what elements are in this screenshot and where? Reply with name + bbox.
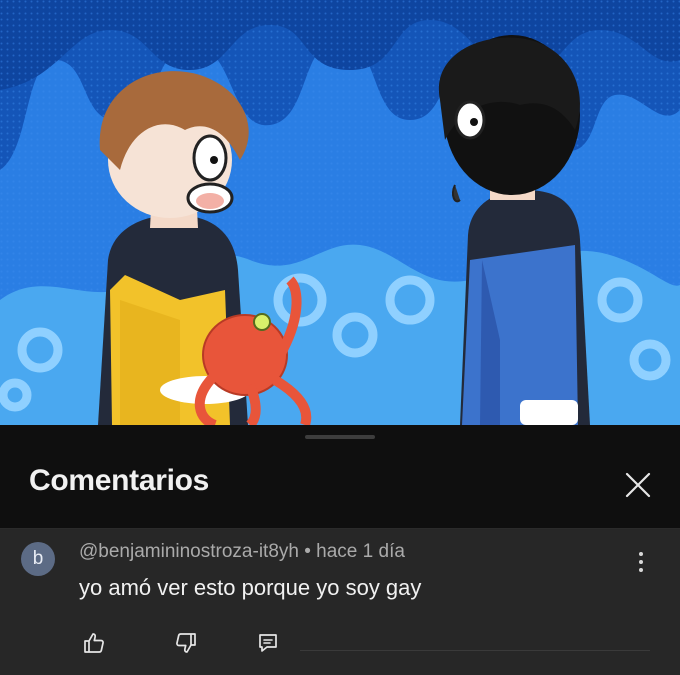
comment-menu-button[interactable] — [630, 548, 652, 576]
avatar-letter: b — [32, 548, 44, 569]
avatar[interactable]: b — [21, 542, 55, 576]
close-button[interactable] — [618, 465, 658, 505]
comment-time: hace 1 día — [316, 541, 405, 562]
video-frame — [0, 0, 680, 425]
video-player[interactable] — [0, 0, 680, 425]
thumbs-up-icon — [84, 633, 104, 653]
comment-meta: @benjamininostroza-it8yh • hace 1 día — [79, 541, 405, 563]
thumbs-down-icon — [176, 633, 196, 653]
like-button[interactable] — [78, 627, 110, 659]
comment-text: yo amó ver esto porque yo soy gay — [79, 575, 422, 600]
comment-author[interactable]: @benjamininostroza-it8yh — [79, 541, 299, 562]
reply-icon — [259, 634, 277, 652]
drag-handle[interactable] — [305, 435, 375, 439]
dislike-button[interactable] — [170, 627, 202, 659]
meta-separator: • — [298, 541, 317, 562]
reply-underline — [300, 650, 650, 651]
close-icon — [625, 472, 651, 498]
panel-title: Comentarios — [29, 464, 210, 497]
more-vert-icon — [639, 552, 643, 556]
reply-button[interactable] — [252, 627, 284, 659]
